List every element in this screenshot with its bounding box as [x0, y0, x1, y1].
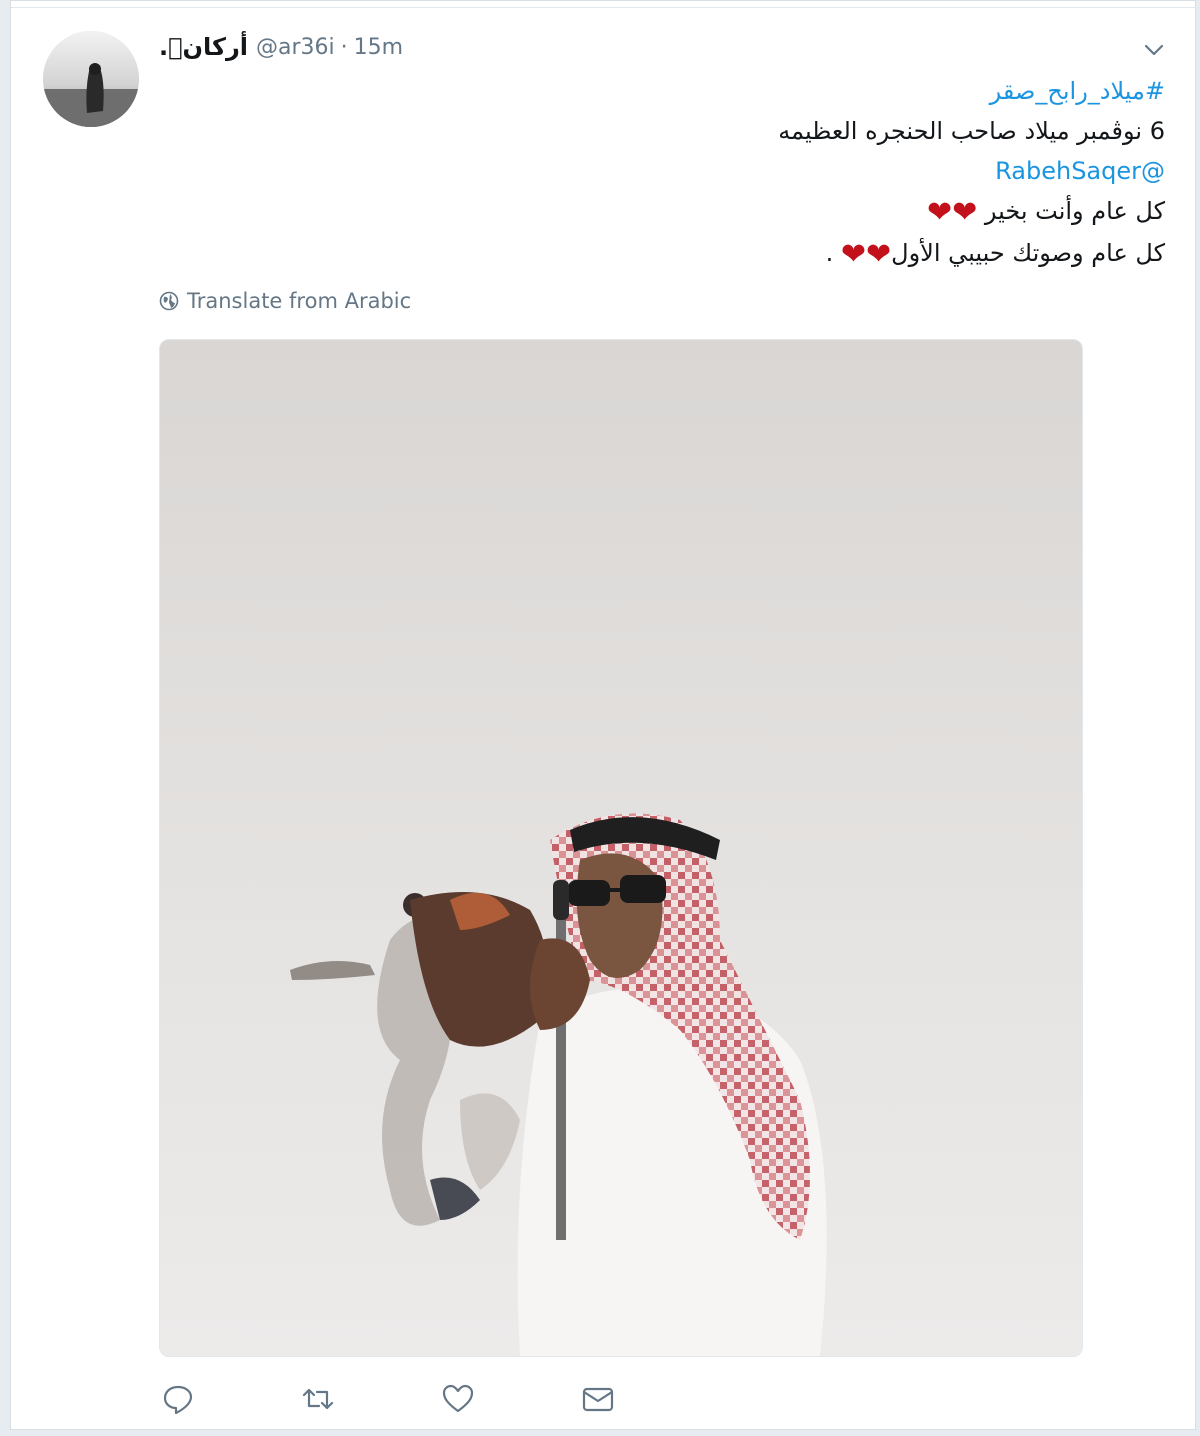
- translate-link[interactable]: Translate from Arabic: [159, 289, 411, 313]
- display-name[interactable]: .􀀀أركان: [159, 33, 248, 61]
- chevron-down-icon[interactable]: [1143, 39, 1165, 61]
- line-text: كل عام وأنت بخير: [984, 197, 1165, 225]
- translate-label: Translate from Arabic: [187, 289, 412, 313]
- reply-icon: [163, 1385, 193, 1415]
- tweet-text-line: 6 نوڤمبر ميلاد صاحب الحنجره العظيمه: [778, 117, 1165, 145]
- timestamp[interactable]: 15m: [354, 35, 403, 60]
- avatar[interactable]: [43, 31, 139, 127]
- hashtag-link[interactable]: #ميلاد_رابح_صقر: [265, 71, 1165, 111]
- like-button[interactable]: [441, 1379, 581, 1419]
- tweet-image[interactable]: [159, 339, 1083, 1357]
- line-suffix: .: [825, 239, 834, 267]
- line-text: كل عام وصوتك حبيبي الأول: [891, 239, 1165, 267]
- mention-link[interactable]: @RabehSaqer: [265, 151, 1165, 191]
- tweet-actions: [161, 1379, 721, 1419]
- tweet-text-line: كل عام وأنت بخير ❤❤: [265, 191, 1165, 233]
- hearts-emoji: ❤❤: [926, 195, 979, 230]
- tweet-card[interactable]: .􀀀أركان @ar36i · 15m #ميلاد_رابح_صقر 6 ن…: [10, 0, 1196, 1430]
- hearts-emoji: ❤❤: [840, 237, 893, 272]
- direct-message-button[interactable]: [581, 1379, 721, 1419]
- handle-and-time: @ar36i · 15m: [256, 35, 403, 60]
- envelope-icon: [582, 1387, 614, 1412]
- reply-button[interactable]: [161, 1379, 301, 1419]
- retweet-button[interactable]: [301, 1379, 441, 1419]
- tweet-header: .􀀀أركان @ar36i · 15m: [159, 31, 403, 63]
- divider: [11, 7, 1195, 8]
- tweet-text-line: كل عام وصوتك حبيبي الأول❤❤ .: [265, 233, 1165, 275]
- handle[interactable]: @ar36i: [256, 35, 335, 60]
- separator-dot: ·: [340, 34, 348, 60]
- tweet-text: #ميلاد_رابح_صقر 6 نوڤمبر ميلاد صاحب الحن…: [265, 71, 1165, 275]
- singer-artwork: [160, 340, 1082, 1356]
- retweet-icon: [302, 1388, 334, 1410]
- heart-icon: [442, 1384, 474, 1413]
- globe-icon: [159, 291, 179, 311]
